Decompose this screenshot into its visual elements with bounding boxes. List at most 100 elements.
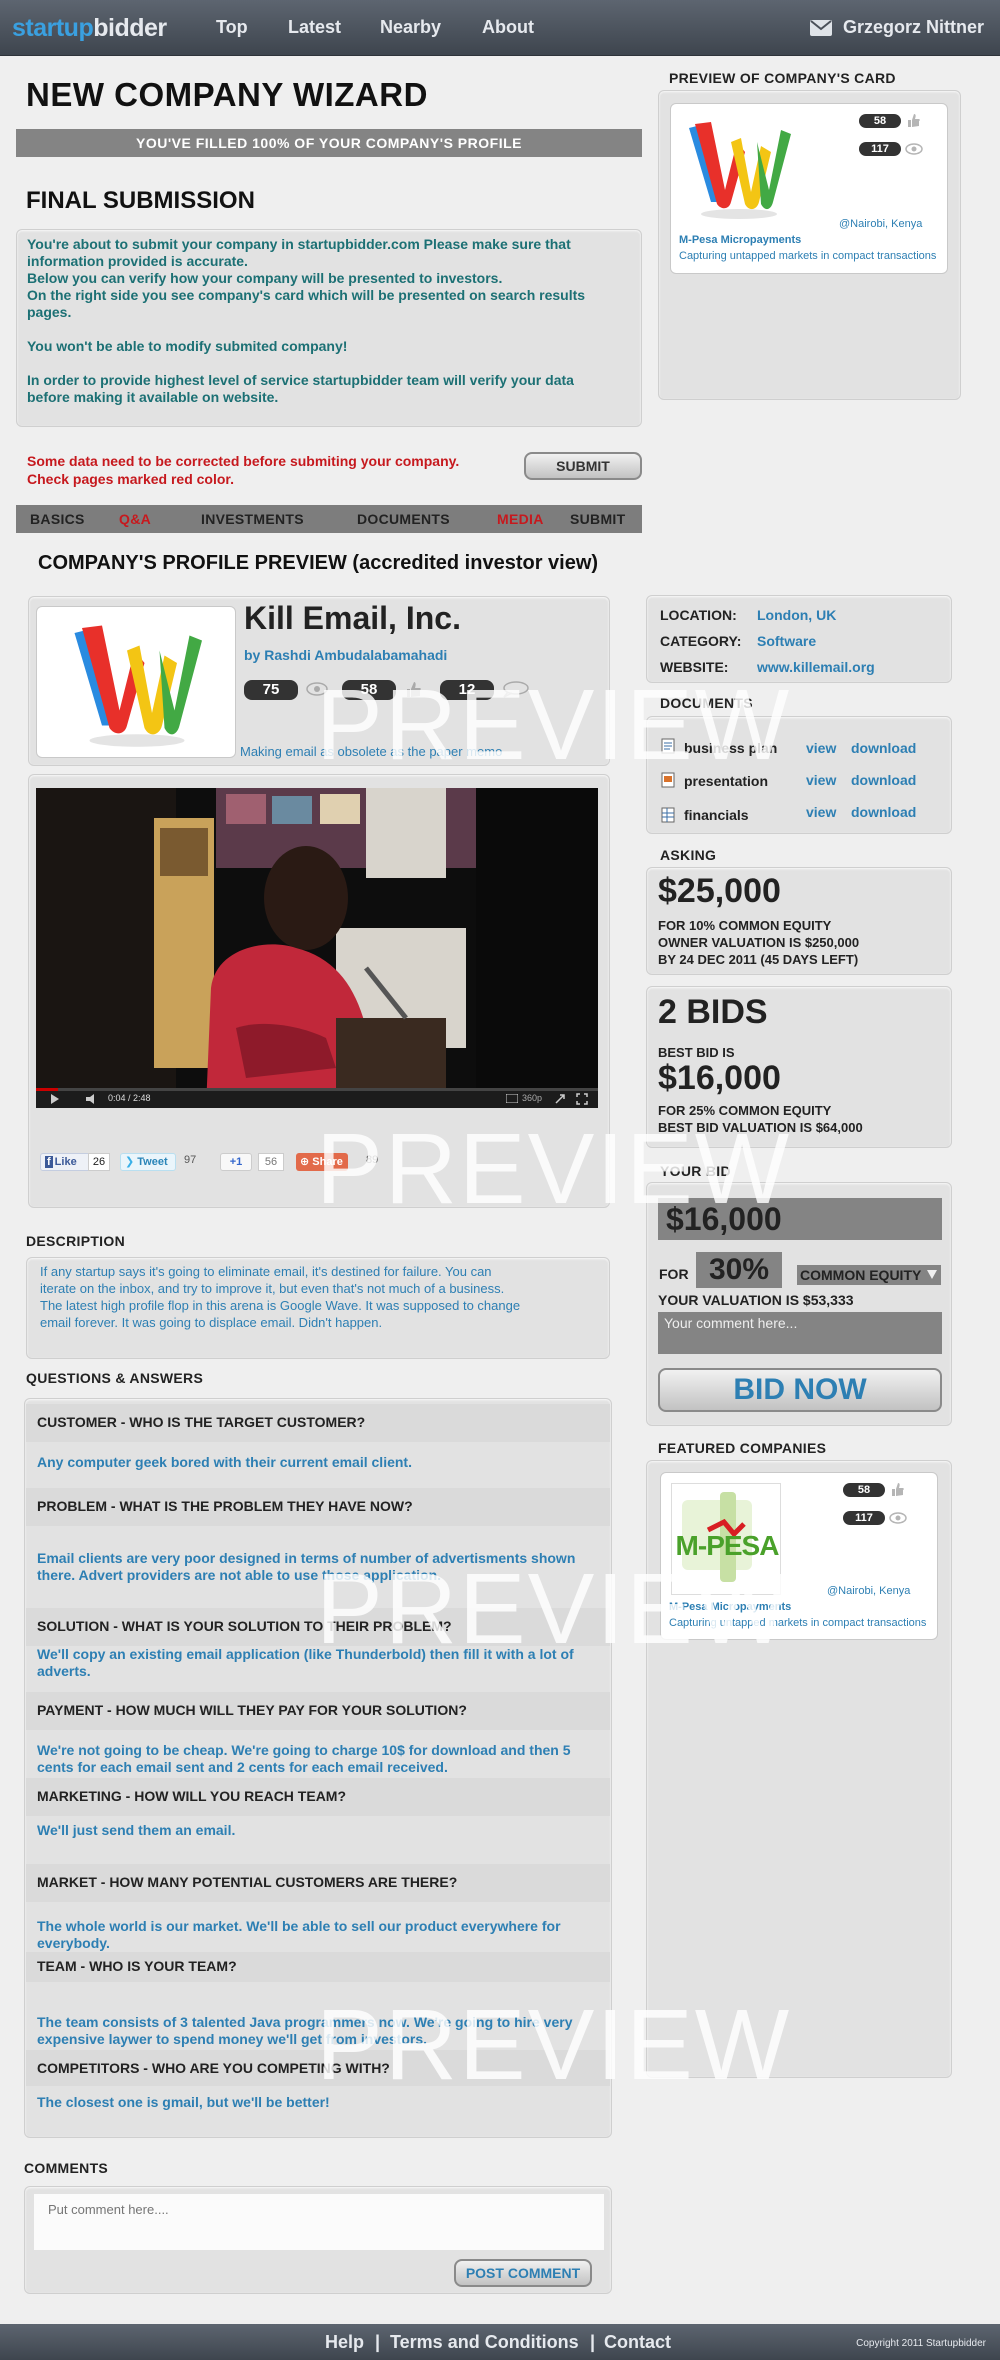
company-logo-frame [36,606,236,758]
share-icon: ⊕ [300,1156,310,1168]
document-name: presentation [684,773,769,789]
document-view-link[interactable]: view [806,804,836,820]
bid-now-button[interactable]: BID NOW [658,1368,942,1412]
nav-about[interactable]: About [482,17,534,38]
likes-count: 58 [342,680,396,700]
logo-part-startup: startup [12,14,94,42]
card-preview-heading: PREVIEW OF COMPANY'S CARD [669,70,896,86]
footer-contact-link[interactable]: Contact [604,2332,671,2353]
best-bid-valuation: BEST BID VALUATION IS $64,000 [658,1120,863,1135]
asking-deadline: BY 24 DEC 2011 (45 DAYS LEFT) [658,952,859,967]
document-download-link[interactable]: download [851,804,916,820]
submit-button[interactable]: SUBMIT [524,452,642,480]
top-navigation-bar: startupbidder Top Latest Nearby About Gr… [0,0,1000,56]
tab-submit[interactable]: SUBMIT [570,511,625,527]
tweet-button[interactable]: ❯ Tweet [120,1153,176,1171]
video-player[interactable]: 0:04 / 2:48 360p [36,788,598,1108]
description-text: If any startup says it's going to elimin… [40,1263,610,1331]
description-line: email forever. It was going to displace … [40,1315,383,1330]
website-link[interactable]: www.killemail.org [757,659,875,675]
profile-progress-bar: YOU'VE FILLED 100% OF YOUR COMPANY'S PRO… [16,129,642,157]
tab-basics[interactable]: BASICS [30,511,85,527]
qa-answer-line: We'll just send them an email. [37,1822,236,1838]
twitter-icon: ❯ [125,1156,135,1168]
nav-nearby[interactable]: Nearby [380,17,441,38]
qa-heading: QUESTIONS & ANSWERS [26,1370,204,1386]
bid-amount-input[interactable]: $16,000 [658,1198,942,1240]
featured-location: @Nairobi, Kenya [827,1585,911,1597]
nav-latest[interactable]: Latest [288,17,341,38]
video-progress-track[interactable] [36,1088,598,1091]
fullscreen-icon[interactable] [576,1093,588,1105]
mail-icon[interactable] [810,20,832,36]
bid-comment-input[interactable]: Your comment here... [658,1312,942,1354]
footer-separator: | [590,2332,596,2352]
thumbs-up-icon [407,682,421,697]
qa-question: SOLUTION - WHAT IS YOUR SOLUTION TO THEI… [37,1618,452,1634]
mpesa-logo-text: M-PESA [675,1530,780,1561]
site-logo[interactable]: startupbidder [12,14,167,43]
post-comment-button[interactable]: POST COMMENT [454,2259,592,2287]
info-line: information provided is accurate. [27,253,248,269]
info-line: You won't be able to modify submited com… [27,338,348,354]
location-value[interactable]: London, UK [757,607,836,623]
company-logo-image [74,625,202,747]
your-bid-heading: YOUR BID [660,1163,731,1179]
tweet-count: 97 [184,1154,197,1166]
document-view-link[interactable]: view [806,772,836,788]
google-plus-button[interactable]: +1 [220,1153,252,1171]
description-line: iterate on the inbox, and try to improve… [40,1281,505,1296]
video-quality[interactable]: 360p [522,1093,542,1103]
footer-terms-link[interactable]: Terms and Conditions [390,2332,579,2353]
category-value[interactable]: Software [757,633,816,649]
qa-question: PROBLEM - WHAT IS THE PROBLEM THEY HAVE … [37,1498,413,1514]
featured-company-name[interactable]: M-Pesa Micropayments [669,1601,791,1613]
company-founder[interactable]: by Rashdi Ambudalabamahadi [244,647,447,663]
footer: Help | Terms and Conditions | Contact Co… [0,2324,1000,2360]
bid-percent-input[interactable]: 30% [696,1252,782,1288]
qa-question: CUSTOMER - WHO IS THE TARGET CUSTOMER? [37,1414,366,1430]
document-download-link[interactable]: download [851,740,916,756]
featured-logo-frame: M-PESA [671,1483,781,1595]
qa-answer-line: Any computer geek bored with their curre… [37,1454,412,1470]
bid-valuation: YOUR VALUATION IS $53,333 [658,1292,854,1308]
info-line: In order to provide highest level of ser… [27,372,574,388]
share-count: 89 [366,1154,379,1166]
qa-answer: Email clients are very poor designed in … [37,1550,575,1584]
volume-icon[interactable] [86,1094,100,1104]
card-location: @Nairobi, Kenya [839,218,923,230]
document-name: financials [684,807,749,823]
play-icon[interactable] [50,1094,60,1104]
company-card[interactable]: 58 117 @Nairobi, Kenya M-Pesa Micropayme… [670,103,948,274]
tab-media[interactable]: MEDIA [497,511,544,527]
nav-top[interactable]: Top [216,17,248,38]
rating-count: 75 [244,680,298,700]
equity-type-select[interactable]: COMMON EQUITY [797,1265,941,1285]
share-button[interactable]: ⊕ Share [296,1153,348,1171]
thumbs-up-icon [908,114,920,127]
tab-investments[interactable]: INVESTMENTS [201,511,304,527]
footer-help-link[interactable]: Help [325,2332,364,2353]
featured-company-card[interactable]: M-PESA 58 117 @Nairobi, Kenya M-Pesa Mic… [660,1472,938,1640]
tab-qa[interactable]: Q&A [119,511,151,527]
comment-input[interactable] [34,2194,604,2250]
comments-count: 12 [440,680,494,700]
company-logo-image [681,112,797,224]
document-download-link[interactable]: download [851,772,916,788]
qa-question: TEAM - WHO IS YOUR TEAM? [37,1958,237,1974]
eye-icon [905,143,923,155]
qa-question: PAYMENT - HOW MUCH WILL THEY PAY FOR YOU… [37,1702,467,1718]
card-company-name[interactable]: M-Pesa Micropayments [679,234,801,246]
user-name[interactable]: Grzegorz Nittner [843,17,984,38]
document-view-link[interactable]: view [806,740,836,756]
video-progress-fill [36,1088,59,1091]
captions-icon[interactable] [506,1094,518,1103]
qa-answer-line: expensive laywer to spend money we'll ge… [37,2031,428,2047]
popout-icon[interactable] [554,1093,566,1105]
like-label: Like [54,1156,77,1168]
qa-question: COMPETITORS - WHO ARE YOU COMPETING WITH… [37,2060,390,2076]
eye-icon [306,682,328,696]
qa-question: MARKET - HOW MANY POTENTIAL CUSTOMERS AR… [37,1874,458,1890]
wizard-tabs: BASICS Q&A INVESTMENTS DOCUMENTS MEDIA S… [16,505,642,533]
tab-documents[interactable]: DOCUMENTS [357,511,450,527]
